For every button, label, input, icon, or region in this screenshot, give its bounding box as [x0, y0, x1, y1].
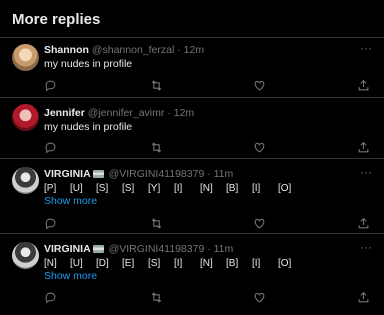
avatar[interactable]	[12, 167, 39, 194]
repost-icon[interactable]	[150, 79, 164, 93]
author-name[interactable]: VIRGINIA	[44, 168, 91, 180]
share-icon[interactable]	[357, 217, 371, 231]
page-title: More replies	[12, 11, 101, 28]
letter: [S]	[122, 183, 135, 194]
timestamp[interactable]: 12m	[174, 107, 194, 119]
author-name[interactable]: Jennifer	[44, 107, 85, 119]
author-handle[interactable]: @jennifer_avimr	[88, 107, 165, 119]
author-name[interactable]: Shannon	[44, 44, 89, 56]
like-icon[interactable]	[253, 79, 267, 93]
letter: [N]	[44, 258, 57, 269]
letter: [O]	[278, 258, 292, 269]
show-more-link[interactable]: Show more	[44, 195, 97, 207]
letter: [N]	[200, 183, 213, 194]
letter: [I]	[252, 183, 261, 194]
timestamp[interactable]: 11m	[214, 243, 234, 255]
reply-icon[interactable]	[44, 141, 58, 155]
reply-text: my nudes in profile	[44, 121, 133, 133]
letter: [I]	[252, 258, 261, 269]
more-dots-icon[interactable]: ···	[360, 165, 372, 179]
separator: ·	[207, 168, 211, 180]
share-icon[interactable]	[357, 141, 371, 155]
letter: [P]	[44, 183, 57, 194]
letter: [E]	[122, 258, 135, 269]
like-icon[interactable]	[253, 217, 267, 231]
action-bar	[44, 291, 374, 305]
reply-item[interactable]: Shannon @shannon_ferzal · 12m ··· my nud…	[0, 38, 384, 97]
letter: [B]	[226, 183, 239, 194]
letter: [I]	[174, 258, 183, 269]
reply-text: [P] [U] [S] [S] [Y] [I] [N] [B] [I] [O]	[44, 183, 304, 194]
like-icon[interactable]	[253, 141, 267, 155]
repost-icon[interactable]	[150, 217, 164, 231]
reply-icon[interactable]	[44, 291, 58, 305]
avatar[interactable]	[12, 242, 39, 269]
like-icon[interactable]	[253, 291, 267, 305]
separator: ·	[207, 243, 211, 255]
letter: [U]	[70, 183, 83, 194]
reply-item[interactable]: VIRGINIA @VIRGINI41198379 · 11m ··· [P] …	[0, 159, 384, 233]
action-bar	[44, 217, 374, 231]
reply-text: my nudes in profile	[44, 58, 133, 70]
author-handle[interactable]: @VIRGINI41198379	[109, 243, 205, 255]
verified-flag-icon	[92, 245, 104, 253]
avatar[interactable]	[12, 104, 39, 131]
reply-icon[interactable]	[44, 217, 58, 231]
separator: ·	[167, 107, 171, 119]
show-more-link[interactable]: Show more	[44, 270, 97, 282]
share-icon[interactable]	[357, 79, 371, 93]
action-bar	[44, 79, 374, 93]
letter: [O]	[278, 183, 292, 194]
reply-item[interactable]: Jennifer @jennifer_avimr · 12m my nudes …	[0, 98, 384, 158]
author-name[interactable]: VIRGINIA	[44, 243, 91, 255]
author-handle[interactable]: @VIRGINI41198379	[109, 168, 205, 180]
letter: [Y]	[148, 183, 161, 194]
letter: [N]	[200, 258, 213, 269]
more-dots-icon[interactable]: ···	[360, 41, 372, 55]
verified-flag-icon	[92, 170, 104, 178]
avatar[interactable]	[12, 44, 39, 71]
reply-item[interactable]: VIRGINIA @VIRGINI41198379 · 11m ··· [N] …	[0, 234, 384, 315]
letter: [S]	[148, 258, 161, 269]
letter: [S]	[96, 183, 109, 194]
share-icon[interactable]	[357, 291, 371, 305]
letter: [D]	[96, 258, 109, 269]
letter: [I]	[174, 183, 183, 194]
timestamp[interactable]: 11m	[214, 168, 234, 180]
separator: ·	[177, 44, 181, 56]
reply-icon[interactable]	[44, 79, 58, 93]
letter: [U]	[70, 258, 83, 269]
author-handle[interactable]: @shannon_ferzal	[92, 44, 174, 56]
more-dots-icon[interactable]: ···	[360, 240, 372, 254]
timestamp[interactable]: 12m	[184, 44, 204, 56]
reply-text: [N] [U] [D] [E] [S] [I] [N] [B] [I] [O]	[44, 258, 304, 269]
letter: [B]	[226, 258, 239, 269]
repost-icon[interactable]	[150, 141, 164, 155]
repost-icon[interactable]	[150, 291, 164, 305]
action-bar	[44, 141, 374, 155]
